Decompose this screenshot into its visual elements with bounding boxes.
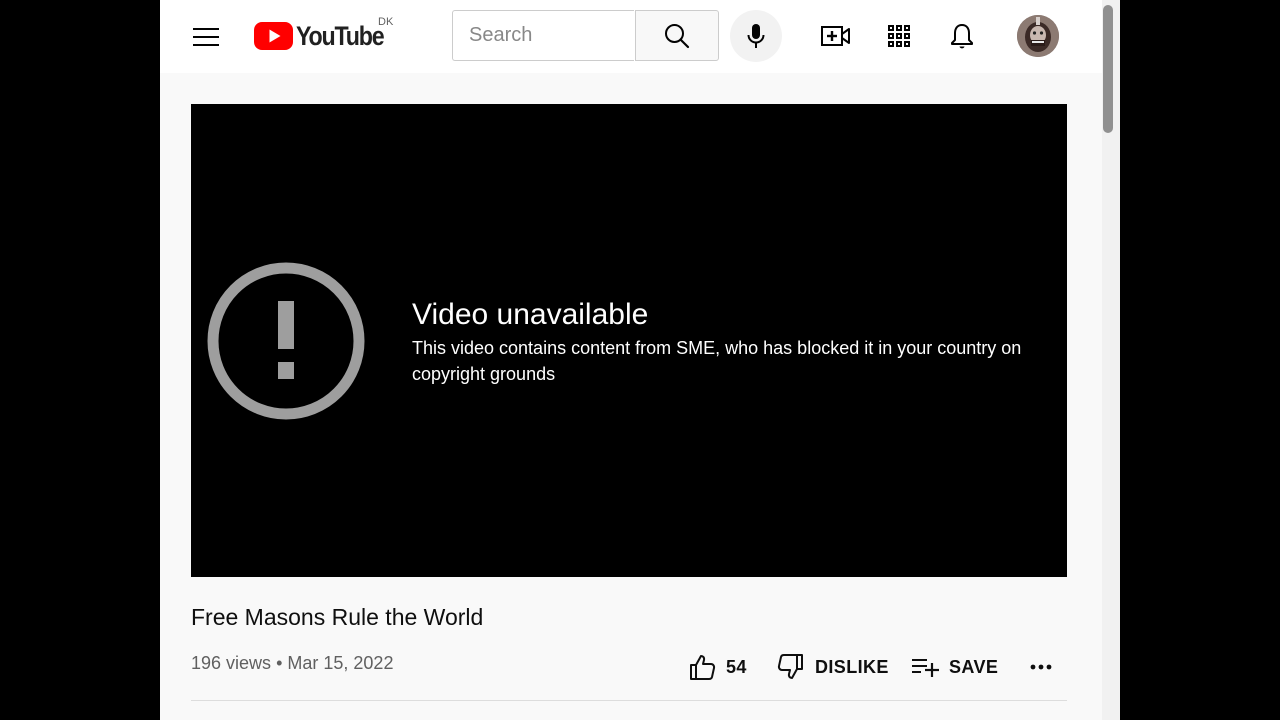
thumbs-up-icon — [690, 655, 716, 680]
country-code: DK — [378, 16, 394, 28]
like-button[interactable]: 54 — [688, 646, 747, 688]
account-avatar[interactable] — [1017, 15, 1059, 57]
more-horizontal-icon — [1030, 664, 1052, 670]
dislike-label: DISLIKE — [815, 656, 889, 677]
save-label: SAVE — [949, 656, 999, 677]
dislike-button[interactable]: DISLIKE — [777, 646, 889, 688]
playlist-add-icon — [912, 659, 939, 677]
notifications-button[interactable] — [940, 14, 984, 58]
video-player[interactable]: Video unavailable This video contains co… — [191, 104, 1067, 577]
search-input[interactable] — [453, 11, 645, 60]
youtube-watch-page: YouTube DK Search Video unavailable This… — [160, 0, 1120, 720]
apps-button[interactable] — [877, 14, 921, 58]
youtube-play-logo-icon — [254, 22, 293, 50]
youtube-logo[interactable]: YouTube DK — [254, 16, 404, 56]
thumbs-down-icon — [777, 654, 803, 679]
apps-grid-icon — [888, 25, 910, 47]
search-box — [452, 10, 645, 61]
alert-circle-icon — [207, 262, 365, 420]
divider — [191, 700, 1067, 701]
guide-menu-button[interactable] — [188, 24, 224, 50]
view-count: 196 views — [191, 653, 272, 673]
bell-icon — [951, 24, 973, 49]
logo-wordmark: YouTube — [296, 20, 385, 51]
meta-separator: • — [276, 653, 283, 673]
search-button[interactable] — [635, 10, 719, 61]
scrollbar-thumb[interactable] — [1103, 5, 1113, 133]
microphone-icon — [747, 24, 765, 48]
masthead: YouTube DK — [160, 0, 1102, 73]
create-video-icon — [821, 26, 850, 46]
save-button[interactable]: SAVE — [911, 646, 998, 688]
search-icon — [665, 23, 690, 48]
avatar-image — [1017, 15, 1059, 57]
video-meta: 196 views • Mar 15, 2022 — [191, 653, 393, 674]
voice-search-button[interactable] — [730, 10, 782, 62]
create-button[interactable] — [814, 14, 858, 58]
more-actions-button[interactable] — [1026, 646, 1056, 688]
video-title: Free Masons Rule the World — [191, 604, 484, 630]
like-count: 54 — [726, 656, 747, 677]
upload-date: Mar 15, 2022 — [287, 653, 394, 673]
error-title: Video unavailable — [412, 298, 649, 331]
hamburger-menu-icon — [193, 28, 219, 46]
error-message: This video contains content from SME, wh… — [412, 338, 1022, 384]
